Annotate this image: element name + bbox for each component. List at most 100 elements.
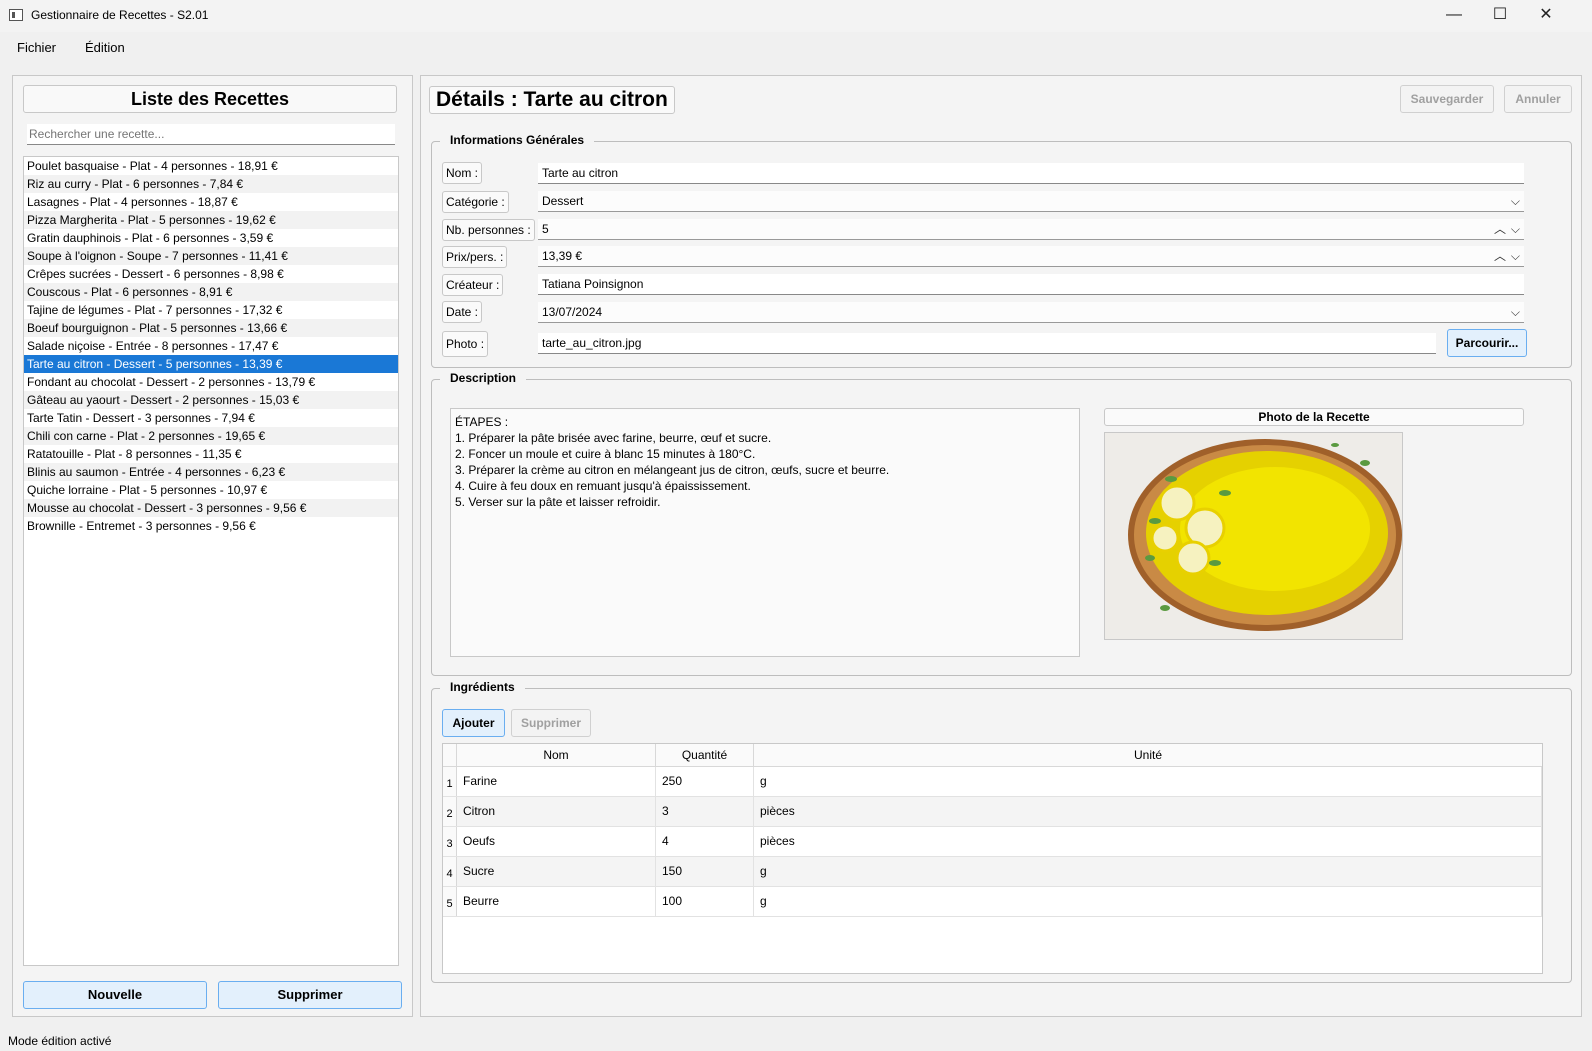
- cell-quantite[interactable]: 250: [656, 767, 754, 796]
- status-bar: Mode édition activé: [8, 1034, 112, 1048]
- list-title: Liste des Recettes: [23, 85, 397, 113]
- cell-nom[interactable]: Farine: [457, 767, 656, 796]
- list-item[interactable]: Fondant au chocolat - Dessert - 2 person…: [24, 373, 398, 391]
- ingredients-table[interactable]: Nom Quantité Unité 1 Farine 250 g 2 Citron 3 pi…: [442, 743, 1543, 974]
- add-ingredient-button[interactable]: Ajouter: [442, 709, 505, 737]
- description-line: 2. Foncer un moule et cuire à blanc 15 m…: [455, 447, 756, 461]
- photo-label: Photo :: [442, 331, 489, 357]
- list-item[interactable]: Poulet basquaise - Plat - 4 personnes - …: [24, 157, 398, 175]
- category-label: Catégorie :: [442, 191, 509, 213]
- new-recipe-button[interactable]: Nouvelle: [23, 981, 207, 1009]
- list-item[interactable]: Gratin dauphinois - Plat - 6 personnes -…: [24, 229, 398, 247]
- cell-unite[interactable]: pièces: [754, 797, 1542, 826]
- list-item[interactable]: Blinis au saumon - Entrée - 4 personnes …: [24, 463, 398, 481]
- row-number: 5: [443, 887, 457, 916]
- recipe-list[interactable]: Poulet basquaise - Plat - 4 personnes - …: [23, 156, 399, 966]
- close-button[interactable]: ✕: [1523, 0, 1569, 30]
- category-select[interactable]: Dessert ⌵: [538, 191, 1524, 212]
- photo-title: Photo de la Recette: [1104, 408, 1524, 426]
- list-item[interactable]: Tarte au citron - Dessert - 5 personnes …: [24, 355, 398, 373]
- delete-recipe-button[interactable]: Supprimer: [218, 981, 402, 1009]
- table-row[interactable]: 1 Farine 250 g: [443, 767, 1542, 797]
- table-corner: [443, 744, 457, 767]
- description-line: 3. Préparer la crème au citron en mélang…: [455, 463, 890, 477]
- name-input[interactable]: Tarte au citron: [538, 163, 1524, 184]
- table-row[interactable]: 3 Oeufs 4 pièces: [443, 827, 1542, 857]
- description-line: 4. Cuire à feu doux en remuant jusqu'à é…: [455, 479, 751, 493]
- row-number: 3: [443, 827, 457, 856]
- list-item[interactable]: Riz au curry - Plat - 6 personnes - 7,84…: [24, 175, 398, 193]
- chevron-down-icon[interactable]: ⌵: [1511, 191, 1520, 211]
- persons-spinner[interactable]: 5 ︿ ⌵: [538, 219, 1524, 240]
- chevron-up-icon[interactable]: ︿: [1494, 219, 1506, 239]
- table-row[interactable]: 4 Sucre 150 g: [443, 857, 1542, 887]
- list-item[interactable]: Couscous - Plat - 6 personnes - 8,91 €: [24, 283, 398, 301]
- chevron-down-icon[interactable]: ⌵: [1511, 219, 1520, 239]
- row-number: 1: [443, 767, 457, 796]
- save-button[interactable]: Sauvegarder: [1400, 85, 1494, 113]
- list-item[interactable]: Salade niçoise - Entrée - 8 personnes - …: [24, 337, 398, 355]
- lemon-tart-image: [1105, 433, 1402, 639]
- list-item[interactable]: Brownille - Entremet - 3 personnes - 9,5…: [24, 517, 398, 535]
- date-value: 13/07/2024: [542, 305, 603, 319]
- minimize-button[interactable]: —: [1431, 0, 1477, 30]
- column-header-quantite[interactable]: Quantité: [656, 744, 754, 767]
- cell-quantite[interactable]: 150: [656, 857, 754, 886]
- menu-fichier[interactable]: Fichier: [17, 40, 56, 55]
- list-item[interactable]: Tajine de légumes - Plat - 7 personnes -…: [24, 301, 398, 319]
- search-input[interactable]: [27, 124, 395, 145]
- cell-nom[interactable]: Beurre: [457, 887, 656, 916]
- price-spinner[interactable]: 13,39 € ︿ ⌵: [538, 246, 1524, 267]
- description-line: ÉTAPES :: [455, 415, 509, 429]
- recipe-photo: [1104, 432, 1403, 640]
- list-item[interactable]: Pizza Margherita - Plat - 5 personnes - …: [24, 211, 398, 229]
- column-header-unite[interactable]: Unité: [754, 744, 1542, 767]
- description-textarea[interactable]: ÉTAPES : 1. Préparer la pâte brisée avec …: [450, 408, 1080, 657]
- details-title: Détails : Tarte au citron: [429, 86, 675, 114]
- chevron-down-icon[interactable]: ⌵: [1511, 302, 1520, 322]
- cell-unite[interactable]: g: [754, 857, 1542, 886]
- chevron-up-icon[interactable]: ︿: [1494, 246, 1506, 266]
- maximize-button[interactable]: ☐: [1477, 0, 1523, 30]
- date-picker[interactable]: 13/07/2024 ⌵: [538, 302, 1524, 323]
- list-item[interactable]: Mousse au chocolat - Dessert - 3 personn…: [24, 499, 398, 517]
- category-value: Dessert: [542, 194, 584, 208]
- description-line: 5. Verser sur la pâte et laisser refroid…: [455, 495, 661, 509]
- creator-label: Créateur :: [442, 274, 504, 296]
- ingredients-title: Ingrédients: [440, 680, 525, 694]
- creator-input[interactable]: Tatiana Poinsignon: [538, 274, 1524, 295]
- list-item[interactable]: Crêpes sucrées - Dessert - 6 personnes -…: [24, 265, 398, 283]
- photo-path-input[interactable]: tarte_au_citron.jpg: [538, 333, 1436, 354]
- list-item[interactable]: Tarte Tatin - Dessert - 3 personnes - 7,…: [24, 409, 398, 427]
- cell-unite[interactable]: g: [754, 767, 1542, 796]
- list-item[interactable]: Boeuf bourguignon - Plat - 5 personnes -…: [24, 319, 398, 337]
- browse-button[interactable]: Parcourir...: [1447, 329, 1527, 357]
- list-item[interactable]: Soupe à l'oignon - Soupe - 7 personnes -…: [24, 247, 398, 265]
- delete-ingredient-button[interactable]: Supprimer: [511, 709, 591, 737]
- list-item[interactable]: Chili con carne - Plat - 2 personnes - 1…: [24, 427, 398, 445]
- cell-quantite[interactable]: 3: [656, 797, 754, 826]
- list-item[interactable]: Lasagnes - Plat - 4 personnes - 18,87 €: [24, 193, 398, 211]
- list-item[interactable]: Quiche lorraine - Plat - 5 personnes - 1…: [24, 481, 398, 499]
- cancel-button[interactable]: Annuler: [1504, 85, 1572, 113]
- table-row[interactable]: 2 Citron 3 pièces: [443, 797, 1542, 827]
- details-panel: Détails : Tarte au citron Sauvegarder An…: [420, 75, 1582, 1017]
- recipe-list-panel: Liste des Recettes Poulet basquaise - Pl…: [12, 75, 413, 1017]
- ingredients-group: Ingrédients Ajouter Supprimer Nom Quanti…: [431, 680, 1572, 983]
- cell-nom[interactable]: Sucre: [457, 857, 656, 886]
- cell-unite[interactable]: pièces: [754, 827, 1542, 856]
- cell-unite[interactable]: g: [754, 887, 1542, 916]
- table-row[interactable]: 5 Beurre 100 g: [443, 887, 1542, 917]
- chevron-down-icon[interactable]: ⌵: [1511, 246, 1520, 266]
- title-bar: Gestionnaire de Recettes - S2.01 — ☐ ✕: [0, 0, 1592, 32]
- cell-quantite[interactable]: 100: [656, 887, 754, 916]
- list-item[interactable]: Gâteau au yaourt - Dessert - 2 personnes…: [24, 391, 398, 409]
- menu-edition[interactable]: Édition: [85, 40, 125, 55]
- cell-quantite[interactable]: 4: [656, 827, 754, 856]
- list-item[interactable]: Ratatouille - Plat - 8 personnes - 11,35…: [24, 445, 398, 463]
- column-header-nom[interactable]: Nom: [457, 744, 656, 767]
- menu-bar: Fichier Édition: [0, 32, 1592, 60]
- cell-nom[interactable]: Oeufs: [457, 827, 656, 856]
- name-label: Nom :: [442, 162, 483, 184]
- cell-nom[interactable]: Citron: [457, 797, 656, 826]
